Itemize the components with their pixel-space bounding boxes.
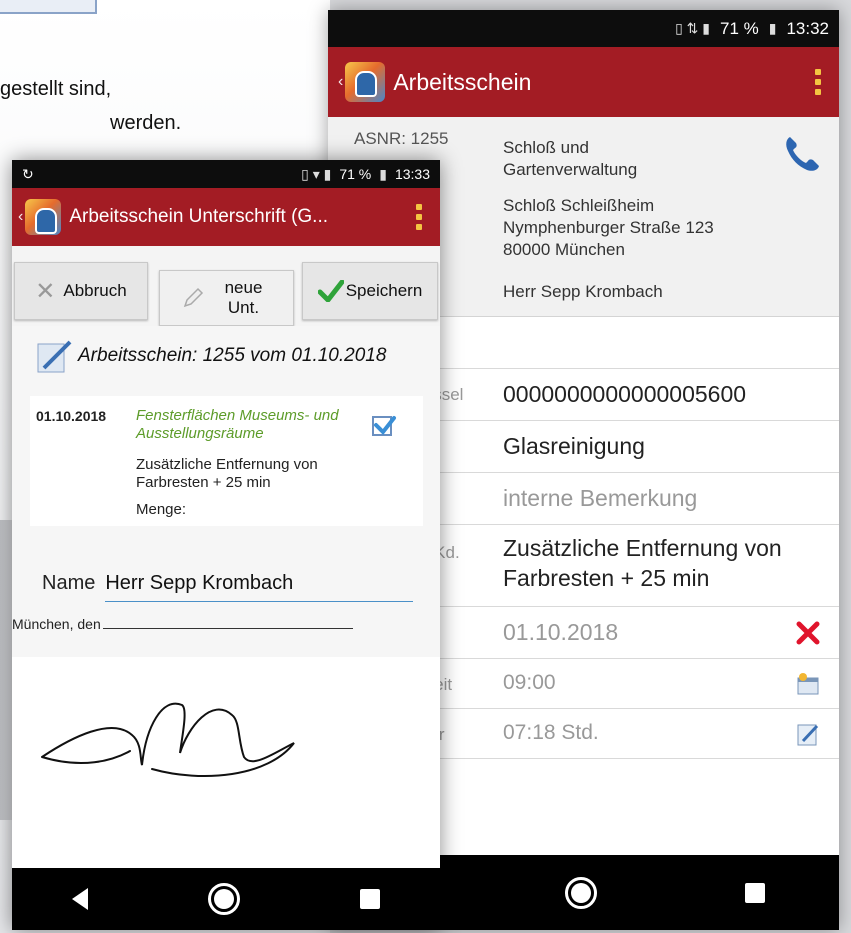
app-logo[interactable] — [25, 199, 62, 235]
clock: 13:32 — [786, 18, 829, 38]
field-value: 0000000000000005600 — [503, 381, 747, 407]
address-line-2: Nymphenburger Straße 123 — [503, 218, 714, 237]
new-signature-label: neue Unt. — [224, 278, 263, 317]
signal-icon: ▯ ▾ ▮ — [301, 165, 332, 182]
system-nav-bar — [12, 868, 440, 930]
app-title: Arbeitsschein — [393, 68, 532, 95]
app-title: Arbeitsschein Unterschrift (G... — [69, 206, 329, 227]
customer-address: Schloß Schleißheim Nymphenburger Straße … — [503, 195, 714, 261]
back-icon[interactable]: ‹ — [338, 73, 343, 91]
pencil-icon — [183, 287, 203, 308]
address-line-1: Schloß Schleißheim — [503, 196, 655, 215]
battery-percent: 71 % — [339, 166, 372, 182]
task-title: Fensterflächen Museums- und Ausstellungs… — [136, 407, 339, 442]
save-label: Speichern — [345, 281, 423, 300]
background-frame — [0, 0, 97, 14]
signature-stroke — [41, 702, 295, 778]
cancel-button[interactable]: ✕ Abbruch — [14, 262, 148, 320]
signature-screen: ↻ ▯ ▾ ▮ 71 % ▮ 13:33 ‹ Arbeitsschein Unt… — [12, 160, 440, 930]
order-number: ASNR: 1255 — [354, 129, 449, 148]
name-row: Name Herr Sepp Krombach — [42, 572, 414, 602]
task-date: 01.10.2018 — [36, 408, 107, 424]
edit-note-icon[interactable] — [795, 721, 821, 747]
app-logo[interactable] — [345, 62, 386, 102]
name-label: Name — [42, 572, 96, 594]
clock: 13:33 — [394, 166, 430, 182]
field-value: 09:00 — [503, 671, 556, 694]
field-value: 07:18 Std. — [503, 721, 599, 744]
delete-icon[interactable] — [795, 620, 821, 646]
save-button[interactable]: Speichern — [302, 262, 438, 320]
back-icon[interactable]: ‹ — [18, 208, 23, 226]
cancel-icon: ✕ — [35, 277, 56, 305]
overflow-menu-icon[interactable] — [815, 69, 821, 95]
background-text-1: gestellt sind, — [0, 78, 112, 100]
customer-name: Schloß und Gartenverwaltung — [503, 138, 638, 179]
battery-icon: ▮ — [768, 20, 777, 36]
task-description: Zusätzliche Entfernung von Farbresten + … — [136, 456, 318, 491]
address-line-3: 80000 München — [503, 240, 625, 259]
nav-back-icon[interactable] — [72, 888, 88, 910]
place-date-label: München, den — [12, 616, 101, 632]
field-value: Zusätzliche Entfernung von Farbresten + … — [503, 535, 782, 591]
nav-recents-icon[interactable] — [360, 889, 380, 909]
calendar-clock-icon[interactable] — [795, 671, 821, 697]
battery-percent: 71 % — [719, 18, 759, 38]
phone-call-icon[interactable] — [780, 131, 824, 175]
contact-person: Herr Sepp Krombach — [503, 282, 663, 301]
signature-pad[interactable] — [12, 657, 440, 867]
check-icon — [317, 280, 344, 302]
name-input[interactable]: Herr Sepp Krombach — [105, 572, 414, 602]
overflow-menu-icon[interactable] — [416, 204, 422, 230]
task-quantity-label: Menge: — [136, 501, 187, 518]
status-bar: ↻ ▯ ▾ ▮ 71 % ▮ 13:33 — [12, 160, 440, 188]
action-toolbar: ✕ Abbruch neue Unt. Speichern — [12, 246, 440, 326]
cancel-label: Abbruch — [63, 281, 127, 300]
nav-home-icon[interactable] — [565, 876, 598, 909]
field-value: 01.10.2018 — [503, 619, 619, 645]
field-value: interne Bemerkung — [503, 485, 698, 511]
nav-recents-icon[interactable] — [745, 882, 766, 903]
task-card: 01.10.2018 Fensterflächen Museums- und A… — [30, 396, 423, 526]
date-blank-line — [102, 617, 353, 629]
sync-icon: ↻ — [22, 165, 34, 182]
document-edit-icon — [37, 340, 72, 373]
signal-icon: ▯ ⇅ ▮ — [675, 20, 710, 36]
app-bar: ‹ Arbeitsschein Unterschrift (G... — [12, 188, 440, 246]
task-checkbox[interactable] — [372, 416, 396, 436]
checkmark-icon — [374, 416, 396, 436]
new-signature-button[interactable]: neue Unt. — [159, 270, 294, 326]
page-title-text: Arbeitsschein: 1255 vom 01.10.2018 — [78, 345, 387, 366]
field-value: Glasreinigung — [503, 433, 645, 459]
place-date-line: München, den — [12, 616, 353, 632]
nav-home-icon[interactable] — [208, 883, 240, 915]
status-bar: ▯ ⇅ ▮ 71 % ▮ 13:32 — [328, 10, 839, 47]
battery-icon: ▮ — [379, 165, 387, 182]
app-bar: ‹ Arbeitsschein — [328, 47, 839, 117]
page-title: Arbeitsschein: 1255 vom 01.10.2018 — [34, 338, 386, 374]
